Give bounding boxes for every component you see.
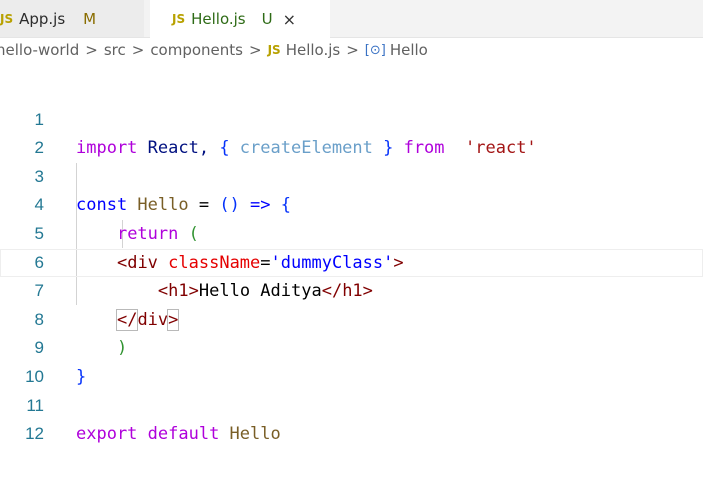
- code-line-3: 3 const Hello = () => {: [0, 134, 703, 216]
- code-line-2: 2: [0, 106, 703, 157]
- code-line-12: 12: [0, 392, 703, 443]
- js-file-icon: JS: [267, 43, 281, 57]
- code-line-8: 8 ): [0, 277, 703, 359]
- code-line-11: 11 export default Hello: [0, 363, 703, 445]
- breadcrumb-item-symbol[interactable]: Hello: [390, 41, 428, 59]
- untracked-badge: U: [261, 10, 273, 28]
- code-line-7: 7 </div>: [0, 248, 703, 331]
- code-line-4: 4 return (: [0, 163, 703, 244]
- tab-label: App.js: [19, 9, 66, 28]
- line-number: 12: [25, 424, 44, 444]
- code-line-5: 5 <div className='dummyClass'>: [0, 191, 703, 273]
- symbol-variable-icon: [⊙]: [364, 42, 386, 58]
- breadcrumb-item-hello-world[interactable]: hello-world: [0, 41, 79, 59]
- code-line-9: 9 }: [0, 306, 703, 387]
- chevron-right-icon: >: [346, 41, 359, 59]
- chevron-right-icon: >: [249, 41, 262, 59]
- js-file-icon: JS: [172, 12, 186, 26]
- tab-app-js[interactable]: JS App.js M: [0, 0, 144, 37]
- chevron-right-icon: >: [85, 41, 98, 59]
- js-file-icon: JS: [0, 11, 14, 26]
- breadcrumb: hello-world > src > components > JS Hell…: [0, 38, 703, 62]
- tab-bar: JS App.js M JS Hello.js U ×: [0, 0, 703, 38]
- breadcrumb-item-components[interactable]: components: [150, 41, 243, 59]
- modified-badge: M: [83, 9, 97, 28]
- breadcrumb-item-src[interactable]: src: [104, 41, 126, 59]
- close-icon[interactable]: ×: [283, 10, 296, 29]
- chevron-right-icon: >: [131, 41, 145, 59]
- tab-label: Hello.js: [191, 10, 246, 28]
- code-editor[interactable]: 1 import React, { createElement } from '…: [0, 77, 703, 445]
- breadcrumb-item-file[interactable]: Hello.js: [286, 41, 341, 59]
- code-line-6: 6 <h1>Hello Aditya</h1>: [0, 220, 703, 302]
- code-line-10: 10: [0, 334, 703, 386]
- tab-hello-js[interactable]: JS Hello.js U ×: [150, 0, 330, 38]
- code-line-1: 1 import React, { createElement } from '…: [0, 77, 703, 159]
